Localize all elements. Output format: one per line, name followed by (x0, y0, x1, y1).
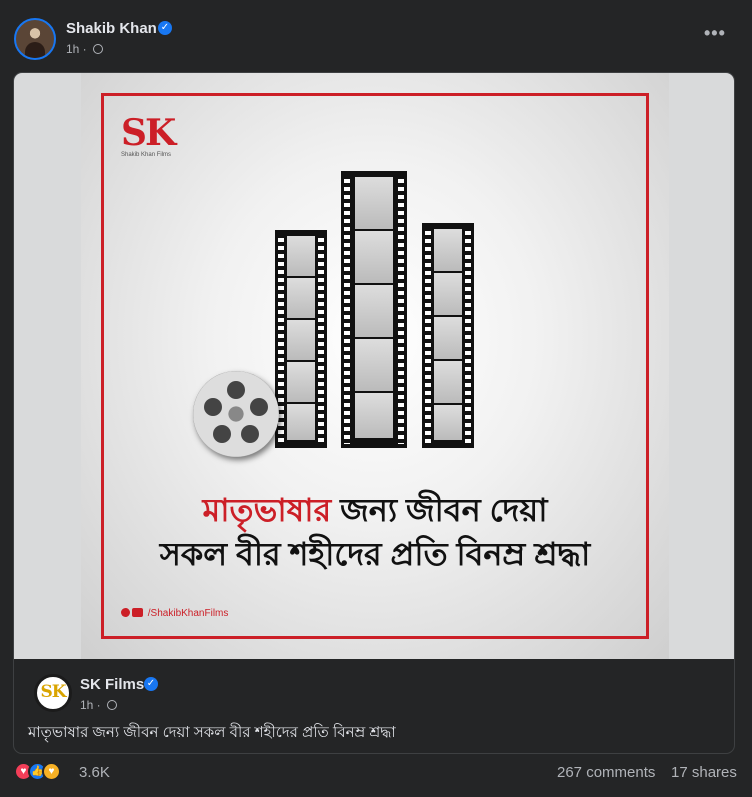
comments-count[interactable]: 267 comments (557, 764, 655, 781)
author-avatar[interactable] (14, 18, 56, 60)
shared-author-avatar[interactable]: SK (34, 674, 72, 712)
post-meta: 1h · (66, 42, 104, 56)
film-strip-right (422, 223, 474, 448)
post-card: Shakib Khan ✓ 1h · ••• SK Shakib Khan Fi… (0, 0, 752, 797)
shared-post-text: মাতৃভাষার জন্য জীবন দেয়া সকল বীর শহীদের… (28, 724, 396, 741)
sk-logo: SK Shakib Khan Films (121, 112, 176, 158)
youtube-icon (132, 608, 143, 617)
poster: SK Shakib Khan Films মাতৃভাষার জন্য জীবন… (81, 73, 669, 659)
post-time[interactable]: 1h · (66, 42, 87, 56)
film-strip-left (275, 230, 327, 448)
care-icon: ♥ (42, 762, 61, 781)
shared-post-meta: 1h · (80, 698, 118, 712)
film-strip-center (341, 171, 407, 448)
more-icon[interactable]: ••• (704, 24, 726, 42)
shares-count[interactable]: 17 shares (671, 764, 737, 781)
poster-social: /ShakibKhanFilms (121, 608, 228, 619)
post-image[interactable]: SK Shakib Khan Films মাতৃভাষার জন্য জীবন… (14, 73, 734, 659)
shared-post-time[interactable]: 1h · (80, 698, 101, 712)
reaction-count[interactable]: 3.6K (79, 764, 110, 781)
verified-icon: ✓ (144, 677, 158, 691)
verified-icon: ✓ (158, 21, 172, 35)
shared-post[interactable]: SK Shakib Khan Films মাতৃভাষার জন্য জীবন… (13, 72, 735, 754)
facebook-icon (121, 608, 130, 617)
poster-headline-line2: সকল বীর শহীদের প্রতি বিনম্র শ্রদ্ধা (159, 536, 591, 572)
shared-author-name[interactable]: SK Films (80, 676, 144, 693)
globe-icon (93, 44, 104, 54)
author-name[interactable]: Shakib Khan (66, 20, 157, 37)
film-reel-icon (193, 371, 279, 457)
globe-icon (107, 700, 118, 710)
